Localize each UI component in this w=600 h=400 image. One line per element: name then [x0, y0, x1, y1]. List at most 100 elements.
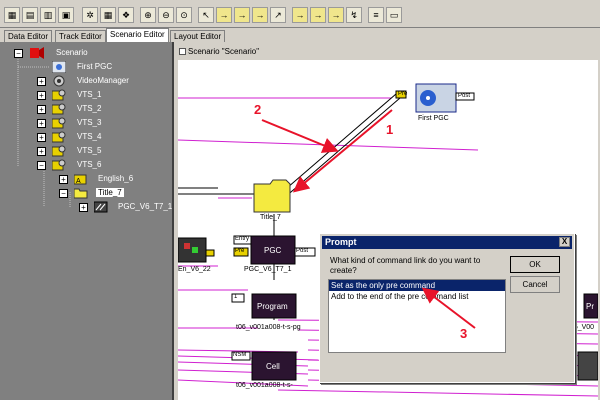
expand-icon[interactable]: + — [37, 147, 46, 156]
title-7-folder-icon[interactable] — [253, 179, 291, 213]
tree-item-label: Title_7 — [96, 188, 124, 197]
pgc-box-label: PGC — [264, 246, 282, 255]
menu-thumbnail-label: En_V6_22 — [178, 266, 211, 273]
collapse-icon[interactable]: − — [37, 161, 46, 170]
canvas-title-text: Scenario "Scenario" — [188, 47, 260, 56]
collapse-icon[interactable]: − — [14, 49, 23, 58]
program-label: t06_v001a008-t-s-pg — [236, 324, 301, 331]
command-link-options-list[interactable]: Set as the only pre command Add to the e… — [328, 279, 506, 353]
editor-tabs: Data Editor Track Editor Scenario Editor… — [0, 28, 600, 43]
tree-item-label: VTS_3 — [77, 118, 102, 127]
link-exit-icon[interactable]: ↯ — [346, 7, 362, 23]
tree-item-vts-5[interactable]: + VTS_5 — [0, 145, 174, 158]
right-cell-node[interactable] — [577, 351, 598, 381]
tree-item-vts-6[interactable]: − VTS_6 — [0, 159, 174, 172]
tree-item-videomanager[interactable]: + VideoManager — [0, 75, 174, 88]
tree-item-label: English_6 — [98, 174, 134, 183]
palette-icon[interactable]: ❖ — [118, 7, 134, 23]
cancel-button[interactable]: Cancel — [510, 276, 560, 293]
expand-icon[interactable]: + — [37, 119, 46, 128]
vts-icon — [52, 103, 66, 115]
tree-item-label: First PGC — [77, 62, 113, 71]
zoom-fit-icon[interactable]: ⊙ — [176, 7, 192, 23]
gear-icon[interactable]: ✲ — [82, 7, 98, 23]
link-pre-icon[interactable]: → — [216, 7, 232, 23]
tree-item-label: VideoManager — [77, 76, 129, 85]
pgc-label: PGC_V6_T7_1 — [244, 266, 292, 273]
zoom-out-icon[interactable]: ⊖ — [158, 7, 174, 23]
tree-item-english-6[interactable]: + A English_6 — [0, 173, 174, 186]
monitor-icon[interactable]: ▭ — [386, 7, 402, 23]
window-icon — [179, 48, 186, 55]
tree-item-vts-3[interactable]: + VTS_3 — [0, 117, 174, 130]
tree-item-label: VTS_5 — [77, 146, 102, 155]
vts-icon — [52, 117, 66, 129]
cell-box-label: Cell — [266, 362, 280, 371]
program-box-label: Program — [257, 302, 288, 311]
prompt-question: What kind of command link do you want to… — [330, 256, 481, 275]
tab-scenario-editor[interactable]: Scenario Editor — [106, 28, 169, 43]
tree-item-scenario[interactable]: − Scenario — [0, 47, 174, 60]
first-pgc-label: First PGC — [418, 115, 449, 122]
pointer-icon[interactable]: ↖ — [198, 7, 214, 23]
close-icon[interactable]: X — [559, 237, 570, 247]
vts-icon — [52, 159, 66, 171]
vts-icon — [52, 131, 66, 143]
vts-icon — [52, 145, 66, 157]
pgc-pre-port-label: Pre — [235, 248, 245, 254]
expand-icon[interactable]: + — [37, 77, 46, 86]
svg-text:A: A — [76, 178, 81, 185]
first-pgc-icon — [52, 61, 66, 73]
link-entry-icon[interactable]: → — [292, 7, 308, 23]
track-view-icon[interactable]: ▤ — [22, 7, 38, 23]
tree-item-vts-2[interactable]: + VTS_2 — [0, 103, 174, 116]
scenario-view-icon[interactable]: ▥ — [40, 7, 56, 23]
tree-item-label: VTS_1 — [77, 90, 102, 99]
grid-icon[interactable]: ▦ — [100, 7, 116, 23]
folder-icon — [74, 188, 88, 199]
tree-item-vts-1[interactable]: + VTS_1 — [0, 89, 174, 102]
scenario-tree: − Scenario First PGC + VideoManager + VT… — [0, 42, 174, 400]
dialog-title-bar[interactable]: Prompt X — [322, 236, 572, 249]
scenario-icon — [30, 47, 44, 59]
menu-language-icon: A — [74, 174, 87, 185]
tree-item-title-7[interactable]: − Title_7 — [0, 187, 174, 200]
zoom-in-icon[interactable]: ⊕ — [140, 7, 156, 23]
prompt-dialog: Prompt X What kind of command link do yo… — [319, 233, 575, 383]
pre-port-label: Pre — [398, 91, 408, 97]
tree-item-label: VTS_2 — [77, 104, 102, 113]
link-call-icon[interactable]: → — [328, 7, 344, 23]
main-toolbar: ▦ ▤ ▥ ▣ ✲ ▦ ❖ ⊕ ⊖ ⊙ ↖ → → → ↗ → → → ↯ ≡ … — [0, 0, 600, 28]
pgc-post-port-label: Post — [296, 248, 309, 254]
link-post-icon[interactable]: → — [234, 7, 250, 23]
expand-icon[interactable]: + — [79, 203, 88, 212]
tree-item-pgc-v6-t7-1[interactable]: + PGC_V6_T7_1 — [0, 201, 174, 214]
collapse-icon[interactable]: − — [59, 189, 68, 198]
video-manager-icon — [53, 75, 65, 87]
list-item-add-pre-command[interactable]: Add to the end of the pre command list — [329, 291, 505, 302]
program-number-label: 1 — [234, 294, 238, 300]
tree-item-label: Scenario — [56, 48, 88, 57]
dialog-title: Prompt — [325, 237, 357, 247]
link-button-icon[interactable]: ↗ — [270, 7, 286, 23]
right-program-box-label: Pr — [586, 302, 594, 311]
link-jump-icon[interactable]: → — [310, 7, 326, 23]
link-navigation-icon[interactable]: ≡ — [368, 7, 384, 23]
ok-button[interactable]: OK — [510, 256, 560, 273]
tree-item-first-pgc[interactable]: First PGC — [0, 61, 174, 74]
entry-port-label: Entry — [235, 236, 250, 242]
tree-item-label: VTS_4 — [77, 132, 102, 141]
title-7-label: Title_7 — [260, 214, 281, 221]
data-view-icon[interactable]: ▦ — [4, 7, 20, 23]
vts-icon — [52, 89, 66, 101]
nsm-port-label: NSM — [233, 352, 247, 358]
list-item-only-pre-command[interactable]: Set as the only pre command — [329, 280, 505, 291]
expand-icon[interactable]: + — [37, 91, 46, 100]
expand-icon[interactable]: + — [37, 133, 46, 142]
tree-item-vts-4[interactable]: + VTS_4 — [0, 131, 174, 144]
layout-view-icon[interactable]: ▣ — [58, 7, 74, 23]
expand-icon[interactable]: + — [59, 175, 68, 184]
post-port-label: Post — [458, 93, 471, 99]
link-cell-icon[interactable]: → — [252, 7, 268, 23]
expand-icon[interactable]: + — [37, 105, 46, 114]
